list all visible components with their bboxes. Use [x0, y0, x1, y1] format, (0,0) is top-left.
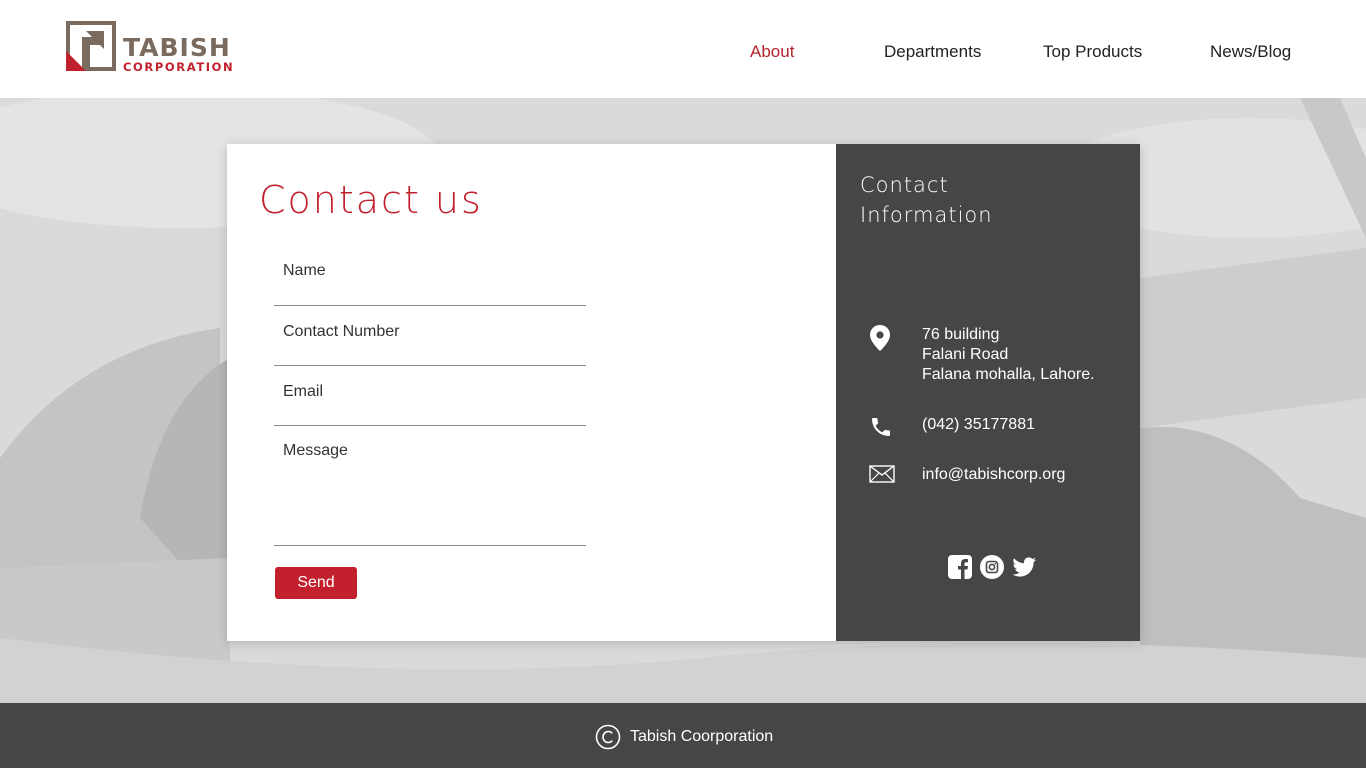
copyright-text: Tabish Coorporation — [630, 728, 774, 745]
phone-icon — [872, 418, 890, 436]
contact-card: Contact us Name Contact Number Email Mes… — [227, 144, 1140, 641]
logo[interactable]: TABISH CORPORATION — [66, 21, 248, 73]
contact-title: Contact us — [259, 178, 483, 222]
facebook-icon[interactable] — [947, 554, 973, 580]
address-block: 76 building Falani Road Falana mohalla, … — [922, 325, 1095, 385]
nav-top-products[interactable]: Top Products — [1043, 42, 1142, 62]
instagram-icon[interactable] — [979, 554, 1005, 580]
send-button[interactable]: Send — [275, 567, 357, 599]
phone-number[interactable]: (042) 35177881 — [922, 415, 1035, 435]
copyright-icon — [595, 724, 621, 750]
logo-mark-icon — [66, 21, 116, 71]
address-line-2: Falani Road — [922, 346, 1009, 363]
nav-about[interactable]: About — [750, 42, 794, 62]
message-label: Message — [283, 442, 348, 459]
location-pin-icon — [870, 325, 890, 351]
logo-wordmark: TABISH — [123, 33, 231, 62]
twitter-icon[interactable] — [1011, 554, 1037, 580]
contact-number-label: Contact Number — [283, 323, 400, 340]
email-address[interactable]: info@tabishcorp.org — [922, 465, 1065, 485]
contact-info-title: Contact Information — [860, 173, 993, 227]
name-label: Name — [283, 262, 326, 279]
address-line-1: 76 building — [922, 326, 1000, 343]
email-label: Email — [283, 383, 324, 400]
address-line-3: Falana mohalla, Lahore. — [922, 366, 1095, 383]
site-header: TABISH CORPORATION About Departments Top… — [0, 0, 1366, 98]
contact-info-panel: Contact Information 76 building Falani R… — [836, 144, 1140, 641]
nav-departments[interactable]: Departments — [884, 42, 981, 62]
nav-news-blog[interactable]: News/Blog — [1210, 42, 1291, 62]
logo-subtitle: CORPORATION — [123, 60, 235, 74]
mail-icon — [869, 465, 895, 483]
